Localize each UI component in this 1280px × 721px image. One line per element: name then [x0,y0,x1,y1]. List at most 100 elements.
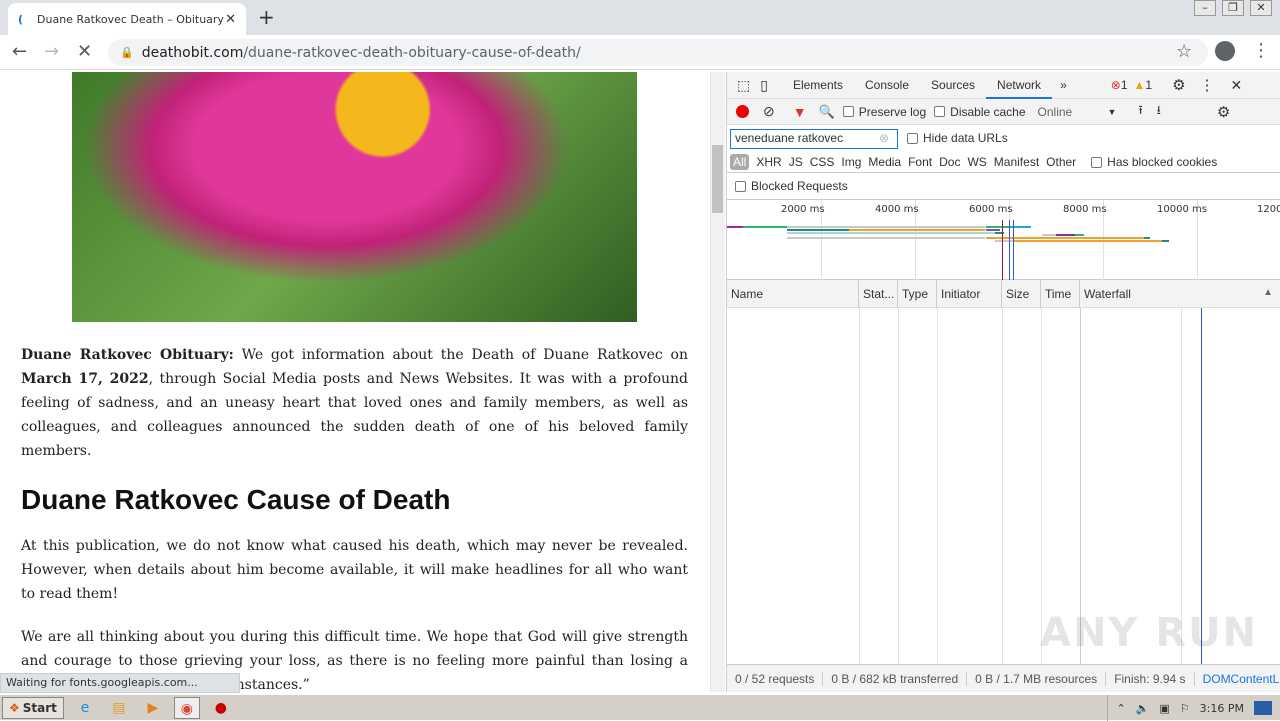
chrome-icon[interactable]: ◉ [173,696,200,719]
type-font[interactable]: Font [908,155,932,169]
tab-console[interactable]: Console [854,72,920,99]
network-icon[interactable]: ▣ [1159,702,1169,715]
tab-title: Duane Ratkovec Death – Obituary, Cause o… [37,12,226,26]
section-heading: Duane Ratkovec Cause of Death [21,484,451,515]
resource-type-filters: All XHR JS CSS Img Media Font Doc WS Man… [730,154,1217,170]
import-har-icon[interactable]: ⭱ [1138,101,1142,122]
anyrun-watermark: ANY RUN [1040,610,1259,656]
filter-icon[interactable]: ▼ [793,104,807,120]
request-bar [787,226,986,228]
has-blocked-cookies-checkbox[interactable] [1091,157,1103,169]
filter-input[interactable]: veneduane ratkovec [730,129,898,149]
close-window-button[interactable]: ✕ [1250,0,1272,16]
close-devtools-icon[interactable]: ✕ [1231,77,1243,94]
type-other[interactable]: Other [1046,155,1076,169]
new-tab-button[interactable]: + [258,5,275,29]
windows-logo-icon: ❖ [9,700,20,715]
request-bar [1056,234,1075,237]
col-time[interactable]: Time [1041,280,1080,308]
web-page: Duane Ratkovec Obituary: We got informat… [0,72,710,692]
error-icon[interactable]: ⊗ [1111,78,1121,92]
sort-ascending-icon[interactable]: ▲ [1263,287,1273,298]
disable-cache-checkbox[interactable] [934,106,946,117]
request-bar [727,226,743,228]
settings-icon[interactable]: ⚙ [1172,76,1185,94]
clear-filter-icon[interactable]: ⊗ [879,131,889,145]
type-js[interactable]: JS [789,155,803,169]
search-icon[interactable]: 🔍 [819,104,835,120]
browser-tab[interactable]: ( Duane Ratkovec Death – Obituary, Cause… [8,3,246,35]
col-name[interactable]: Name [727,280,859,308]
blocked-requests-checkbox[interactable] [735,180,746,192]
forward-icon[interactable]: → [44,41,59,62]
tab-strip: ( Duane Ratkovec Death – Obituary, Cause… [0,0,1280,35]
address-bar[interactable]: 🔒 deathobit.com/duane-ratkovec-death-obi… [108,39,1208,66]
type-manifest[interactable]: Manifest [994,155,1039,169]
request-bar [787,228,850,231]
has-blocked-cookies-label: Has blocked cookies [1107,155,1218,169]
start-button[interactable]: ❖ Start [2,696,64,719]
volume-icon[interactable]: 🔈 [1136,702,1150,715]
request-bar [787,237,986,240]
close-tab-icon[interactable]: ✕ [225,12,236,27]
back-icon[interactable]: ← [12,41,27,62]
col-waterfall[interactable]: Waterfall [1080,280,1280,308]
request-bar [1143,237,1150,240]
throttle-select[interactable]: Online [1038,105,1108,119]
page-scrollbar-thumb[interactable] [712,145,723,213]
devtools-panel: ⬚ ▯ Elements Console Sources Network » ⊗… [726,72,1280,692]
request-bar [1041,234,1056,237]
clear-icon[interactable]: ⊘ [763,103,775,120]
requests-table-header: Name Stat... Type Initiator Size Time Wa… [727,280,1280,308]
url-host: deathobit.com [141,44,244,61]
hide-data-urls-label: Hide data URLs [923,131,1008,145]
devtools-tabbar: ⬚ ▯ Elements Console Sources Network » ⊗… [727,72,1280,99]
opera-icon[interactable]: ● [208,697,234,719]
type-all[interactable]: All [730,154,750,170]
death-date: March 17, 2022 [21,371,149,387]
clock[interactable]: 3:16 PM [1200,702,1244,715]
device-toggle-icon[interactable]: ▯ [756,77,782,94]
minimize-button[interactable]: – [1194,0,1216,16]
more-tabs-icon[interactable]: » [1052,78,1075,92]
tab-sources[interactable]: Sources [920,72,986,99]
tab-elements[interactable]: Elements [782,72,854,99]
col-status[interactable]: Stat... [859,280,898,308]
status-bubble: Waiting for fonts.googleapis.com... [0,673,240,693]
request-bar [1074,234,1085,237]
restore-button[interactable]: ❐ [1222,0,1244,16]
hide-data-urls-checkbox[interactable] [907,133,918,145]
show-desktop-icon[interactable] [1254,701,1272,715]
request-bar [849,228,986,231]
explorer-icon[interactable]: ▤ [106,697,132,719]
type-ws[interactable]: WS [967,155,986,169]
inspect-icon[interactable]: ⬚ [727,77,756,94]
stop-icon[interactable]: ✕ [77,41,92,62]
type-media[interactable]: Media [868,155,901,169]
type-css[interactable]: CSS [810,155,835,169]
paragraph-cause: At this publication, we do not know what… [21,538,688,602]
network-overview[interactable]: 2000 ms 4000 ms 6000 ms 8000 ms 10000 ms 1200… [727,200,1280,280]
action-center-flag-icon[interactable]: ⚐ [1180,702,1190,715]
media-player-icon[interactable]: ▶ [140,697,166,719]
preserve-log-checkbox[interactable] [842,106,854,117]
kebab-menu-icon[interactable]: ⋮ [1200,76,1215,94]
account-avatar[interactable] [1215,41,1235,61]
bookmark-star-icon[interactable]: ☆ [1176,41,1192,62]
tab-network[interactable]: Network [986,72,1053,99]
finish-time: Finish: 9.94 s [1106,671,1195,686]
tray-expand-icon[interactable]: ⌃ [1116,702,1125,715]
menu-icon[interactable]: ⋮ [1252,40,1270,61]
col-size[interactable]: Size [1002,280,1041,308]
type-doc[interactable]: Doc [939,155,960,169]
network-settings-icon[interactable]: ⚙ [1217,103,1230,121]
record-icon[interactable] [736,105,749,118]
type-img[interactable]: Img [841,155,861,169]
ie-icon[interactable]: e [72,697,98,719]
export-har-icon[interactable]: ⭳ [1157,101,1161,122]
warning-icon[interactable]: ▲ [1134,78,1146,92]
type-xhr[interactable]: XHR [756,155,781,169]
filter-bar: veneduane ratkovec ⊗ Hide data URLs All … [727,125,1280,173]
col-type[interactable]: Type [898,280,937,308]
col-initiator[interactable]: Initiator [937,280,1002,308]
